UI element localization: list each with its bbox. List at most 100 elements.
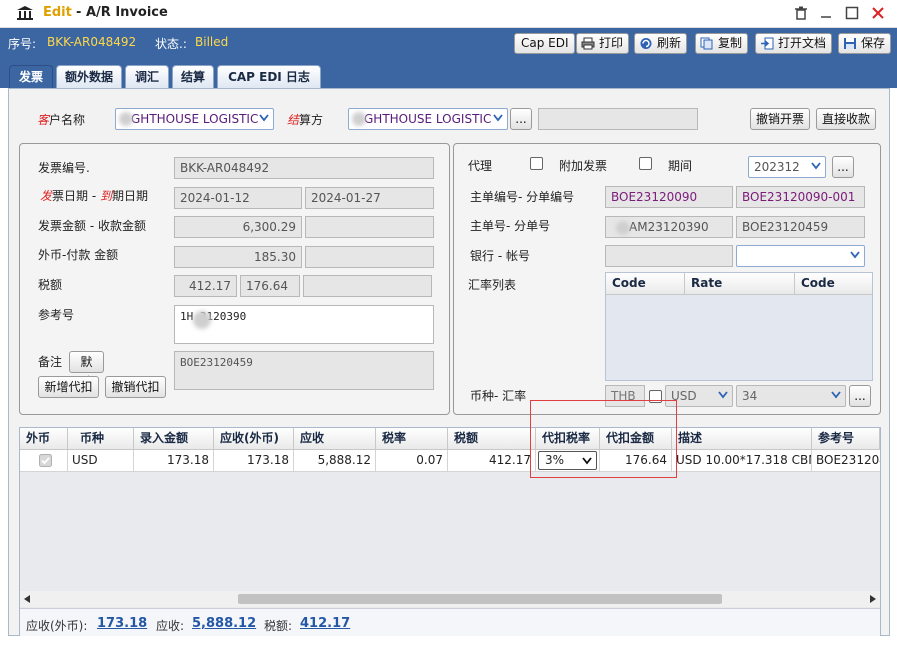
tax-label: 税额 xyxy=(38,278,63,292)
period-value: 202312 xyxy=(754,160,800,174)
grid-summary: 应收(外币): 173.18 应收: 5,888.12 税额: 412.17 xyxy=(20,608,880,636)
tab-cap-edi-log[interactable]: CAP EDI 日志 xyxy=(217,65,321,89)
master-no-field[interactable]: BOE23120090 xyxy=(605,186,733,208)
minimize-icon[interactable] xyxy=(818,5,834,21)
highlight-box xyxy=(530,400,677,478)
open-document-icon xyxy=(761,37,774,50)
settle-select[interactable]: GHTHOUSE LOGISTIC xyxy=(348,108,508,130)
cancel-invoice-button[interactable]: 撤销开票 xyxy=(750,108,810,130)
chevron-down-icon xyxy=(831,391,841,399)
status-label: 状态.: xyxy=(155,37,187,51)
fc-amount-label: 外币-付款 金额 xyxy=(38,248,119,262)
settle-extra-field[interactable] xyxy=(538,108,698,130)
summary-ar-fc-label: 应收(外币): xyxy=(26,619,88,633)
cap-edi-label: Cap EDI xyxy=(521,36,569,50)
title-separator: - xyxy=(76,5,82,20)
rate-col-code-2: Code xyxy=(795,273,872,295)
row-tax: 412.17 xyxy=(448,450,536,472)
master-no-label: 主单编号- 分单编号 xyxy=(470,190,575,204)
save-icon xyxy=(844,38,856,49)
trash-icon[interactable] xyxy=(793,5,809,21)
row-ref: BOE231204 xyxy=(812,450,880,472)
cap-edi-button[interactable]: Cap EDI xyxy=(514,33,575,54)
rate-list-label: 汇率列表 xyxy=(468,278,517,292)
tab-invoice[interactable]: 发票 xyxy=(9,65,53,89)
refresh-button[interactable]: 刷新 xyxy=(634,33,688,54)
agent-checkbox[interactable] xyxy=(530,157,543,170)
scrollbar-thumb[interactable] xyxy=(238,594,722,604)
extra-invoice-label: 附加发票 xyxy=(559,159,608,173)
due-date-field[interactable]: 2024-01-27 xyxy=(305,187,434,209)
rate-select[interactable]: 34 xyxy=(736,385,846,407)
invoice-date-field[interactable]: 2024-01-12 xyxy=(174,187,302,209)
fc-amount-field[interactable]: 185.30 xyxy=(174,246,302,268)
tab-adjust[interactable]: 调汇 xyxy=(125,65,169,89)
maximize-icon[interactable] xyxy=(844,5,860,21)
account-select[interactable] xyxy=(736,245,865,267)
rate-col-code: Code xyxy=(606,273,685,295)
period-select[interactable]: 202312 xyxy=(748,156,826,178)
tab-extra-data[interactable]: 额外数据 xyxy=(56,65,122,89)
copy-button[interactable]: 复制 xyxy=(695,33,749,54)
col-ar-fc[interactable]: 应收(外币) xyxy=(214,428,294,450)
col-tax[interactable]: 税额 xyxy=(448,428,536,450)
window-title: A/R Invoice xyxy=(86,5,168,20)
amount-label: 发票金额 - 收款金额 xyxy=(38,219,146,233)
col-ar[interactable]: 应收 xyxy=(294,428,376,450)
receipt-amount-field[interactable] xyxy=(305,216,434,238)
period-lookup-button[interactable]: ... xyxy=(832,156,854,178)
summary-ar-fc[interactable]: 173.18 xyxy=(97,616,147,631)
refresh-icon xyxy=(640,38,652,49)
tax-withhold-field[interactable]: 176.64 xyxy=(240,275,300,297)
bank-field[interactable] xyxy=(605,245,733,267)
master-sub-field[interactable]: BOE23120090-001 xyxy=(736,186,865,208)
rate-lookup-button[interactable]: ... xyxy=(849,385,871,407)
summary-tax[interactable]: 412.17 xyxy=(300,616,350,631)
rate-list-table: Code Rate Code xyxy=(605,272,873,381)
chevron-down-icon xyxy=(718,391,728,399)
tax-amount-field[interactable]: 412.17 xyxy=(174,275,237,297)
main-sub-field[interactable]: BOE23120459 xyxy=(736,216,865,238)
scroll-right-icon[interactable] xyxy=(869,595,876,603)
tax-extra-field[interactable] xyxy=(303,275,432,297)
open-document-button[interactable]: 打开文档 xyxy=(755,33,833,54)
chevron-down-icon xyxy=(811,162,821,170)
close-icon[interactable] xyxy=(870,5,886,21)
default-button[interactable]: 默认 xyxy=(69,351,104,389)
remark-field[interactable]: BOE23120459 xyxy=(174,351,434,390)
extra-invoice-checkbox[interactable] xyxy=(639,157,652,170)
direct-receipt-button[interactable]: 直接收款 xyxy=(816,108,876,130)
row-tax-rate: 0.07 xyxy=(376,450,448,472)
chevron-down-icon xyxy=(493,114,503,122)
main-no-field[interactable]: AM23120390 xyxy=(605,216,733,238)
print-label: 打印 xyxy=(599,36,624,50)
customer-value: GHTHOUSE LOGISTIC xyxy=(131,112,259,126)
col-entered[interactable]: 录入金额 xyxy=(134,428,214,450)
col-ref[interactable]: 参考号 xyxy=(812,428,880,450)
col-fc[interactable]: 外币 xyxy=(20,428,68,450)
settle-lookup-button[interactable]: ... xyxy=(510,108,532,130)
scroll-left-icon[interactable] xyxy=(24,595,31,603)
checkbox-checked-icon[interactable] xyxy=(39,454,52,467)
ref-field[interactable]: 1H 3120390 xyxy=(174,305,434,344)
save-button[interactable]: 保存 xyxy=(838,33,892,54)
payment-amount-field[interactable] xyxy=(305,246,434,268)
bank-icon xyxy=(17,6,33,20)
col-currency[interactable]: 币种 xyxy=(68,428,134,450)
grid-horizontal-scrollbar[interactable] xyxy=(20,591,880,607)
invoice-amount-field[interactable]: 6,300.29 xyxy=(174,216,302,238)
customer-select[interactable]: GHTHOUSE LOGISTIC xyxy=(115,108,274,130)
cancel-withhold-button[interactable]: 撤销代扣 xyxy=(105,376,166,398)
col-description[interactable]: 描述 xyxy=(672,428,812,450)
print-button[interactable]: 打印 xyxy=(576,33,630,54)
rate-value: 34 xyxy=(742,389,758,403)
invoice-lines-grid: 外币 币种 录入金额 应收(外币) 应收 税率 税额 代扣税率 代扣金额 描述 … xyxy=(19,427,881,636)
status-value: Billed xyxy=(195,35,229,49)
invoice-no-field[interactable]: BKK-AR048492 xyxy=(174,157,434,179)
copy-label: 复制 xyxy=(718,36,743,50)
add-withhold-button[interactable]: 新增代扣 xyxy=(38,376,99,398)
row-description: USD 10.00*17.318 CBM xyxy=(672,450,812,472)
summary-ar[interactable]: 5,888.12 xyxy=(192,616,256,631)
tab-settlement[interactable]: 结算 xyxy=(172,65,214,89)
col-tax-rate[interactable]: 税率 xyxy=(376,428,448,450)
